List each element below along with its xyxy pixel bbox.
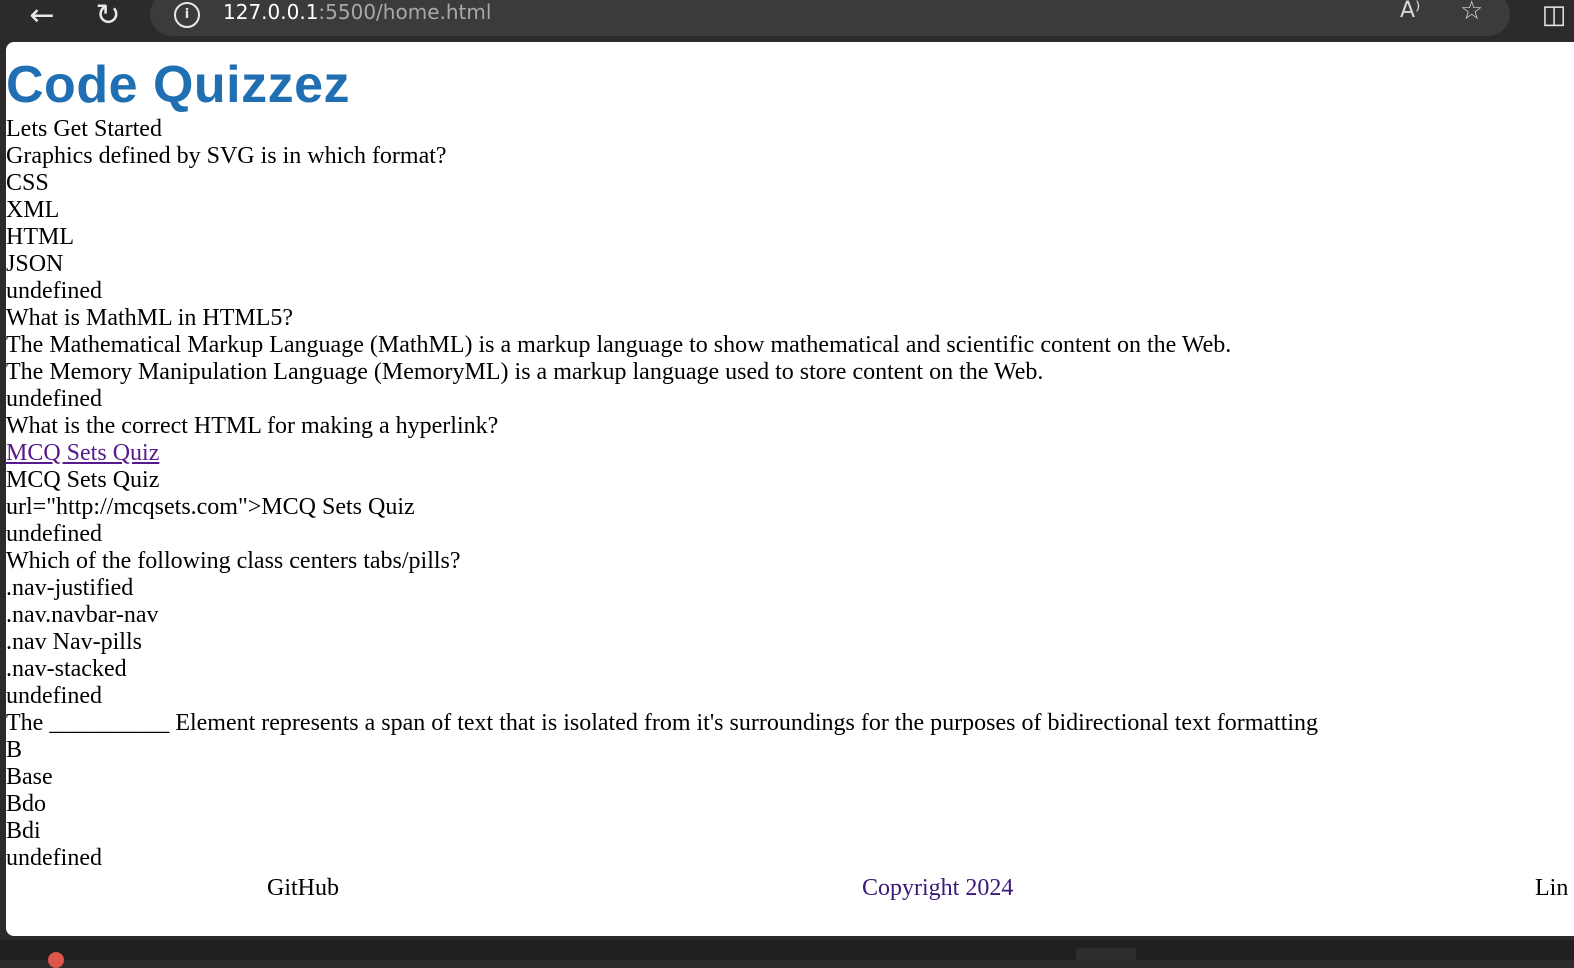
answer-option[interactable]: url="http://mcqsets.com">MCQ Sets Quiz [6, 494, 1574, 521]
taskbar-strip [0, 940, 1574, 968]
answer-option-link[interactable]: MCQ Sets Quiz [6, 440, 1574, 467]
answer-option[interactable]: CSS [6, 170, 1574, 197]
address-url[interactable]: 127.0.0.1:5500/home.html [223, 0, 491, 24]
question-result: undefined [6, 845, 102, 871]
taskbar-item[interactable] [1076, 948, 1136, 960]
question-text: Graphics defined by SVG is in which form… [6, 143, 447, 169]
favorite-star-icon[interactable]: ☆ [1460, 0, 1483, 26]
answer-option[interactable]: The Mathematical Markup Language (MathML… [6, 332, 1574, 359]
answer-option[interactable]: .nav Nav-pills [6, 629, 1574, 656]
question-result: undefined [6, 521, 102, 547]
site-info-icon[interactable]: i [174, 2, 200, 28]
question-result: undefined [6, 386, 102, 412]
answer-option[interactable]: .nav.navbar-nav [6, 602, 1574, 629]
answer-option[interactable]: The Memory Manipulation Language (Memory… [6, 359, 1574, 386]
answer-option[interactable]: .nav-justified [6, 575, 1574, 602]
answer-option[interactable]: B [6, 737, 1574, 764]
back-arrow-icon[interactable]: ← [24, 0, 60, 33]
answer-option[interactable]: JSON [6, 251, 1574, 278]
answer-option[interactable]: Bdi [6, 818, 1574, 845]
browser-toolbar: ← ↻ i 127.0.0.1:5500/home.html A⁾ ☆ ◫ [0, 0, 1574, 42]
question-text: What is the correct HTML for making a hy… [6, 413, 499, 439]
footer-copyright: Copyright 2024 [862, 875, 1014, 901]
page-content: Code Quizzez Lets Get Started Graphics d… [6, 42, 1574, 906]
page-footer: GitHub Copyright 2024 Lin [6, 872, 1574, 906]
reload-icon[interactable]: ↻ [90, 0, 126, 33]
answer-option[interactable]: .nav-stacked [6, 656, 1574, 683]
url-host: 127.0.0.1 [223, 0, 319, 24]
read-aloud-icon[interactable]: A⁾ [1400, 0, 1420, 23]
question-text: The __________ Element represents a span… [6, 710, 1319, 736]
footer-github-link[interactable]: GitHub [267, 875, 339, 902]
answer-option[interactable]: Bdo [6, 791, 1574, 818]
split-screen-icon[interactable]: ◫ [1536, 0, 1572, 30]
answer-option[interactable]: Base [6, 764, 1574, 791]
question-text: What is MathML in HTML5? [6, 305, 294, 331]
footer-linkedin-link[interactable]: Lin [1535, 875, 1568, 902]
answer-option[interactable]: MCQ Sets Quiz [6, 467, 1574, 494]
taskbar-app-icon[interactable] [48, 952, 64, 968]
subtitle: Lets Get Started [6, 116, 162, 142]
answer-option[interactable]: HTML [6, 224, 1574, 251]
address-bar[interactable]: i 127.0.0.1:5500/home.html A⁾ ☆ [150, 0, 1510, 36]
question-text: Which of the following class centers tab… [6, 548, 461, 574]
page-title: Code Quizzez [6, 56, 351, 114]
answer-option[interactable]: XML [6, 197, 1574, 224]
question-result: undefined [6, 683, 102, 709]
url-path: :5500/home.html [318, 0, 492, 24]
page-viewport: Code Quizzez Lets Get Started Graphics d… [6, 42, 1574, 936]
question-result: undefined [6, 278, 102, 304]
